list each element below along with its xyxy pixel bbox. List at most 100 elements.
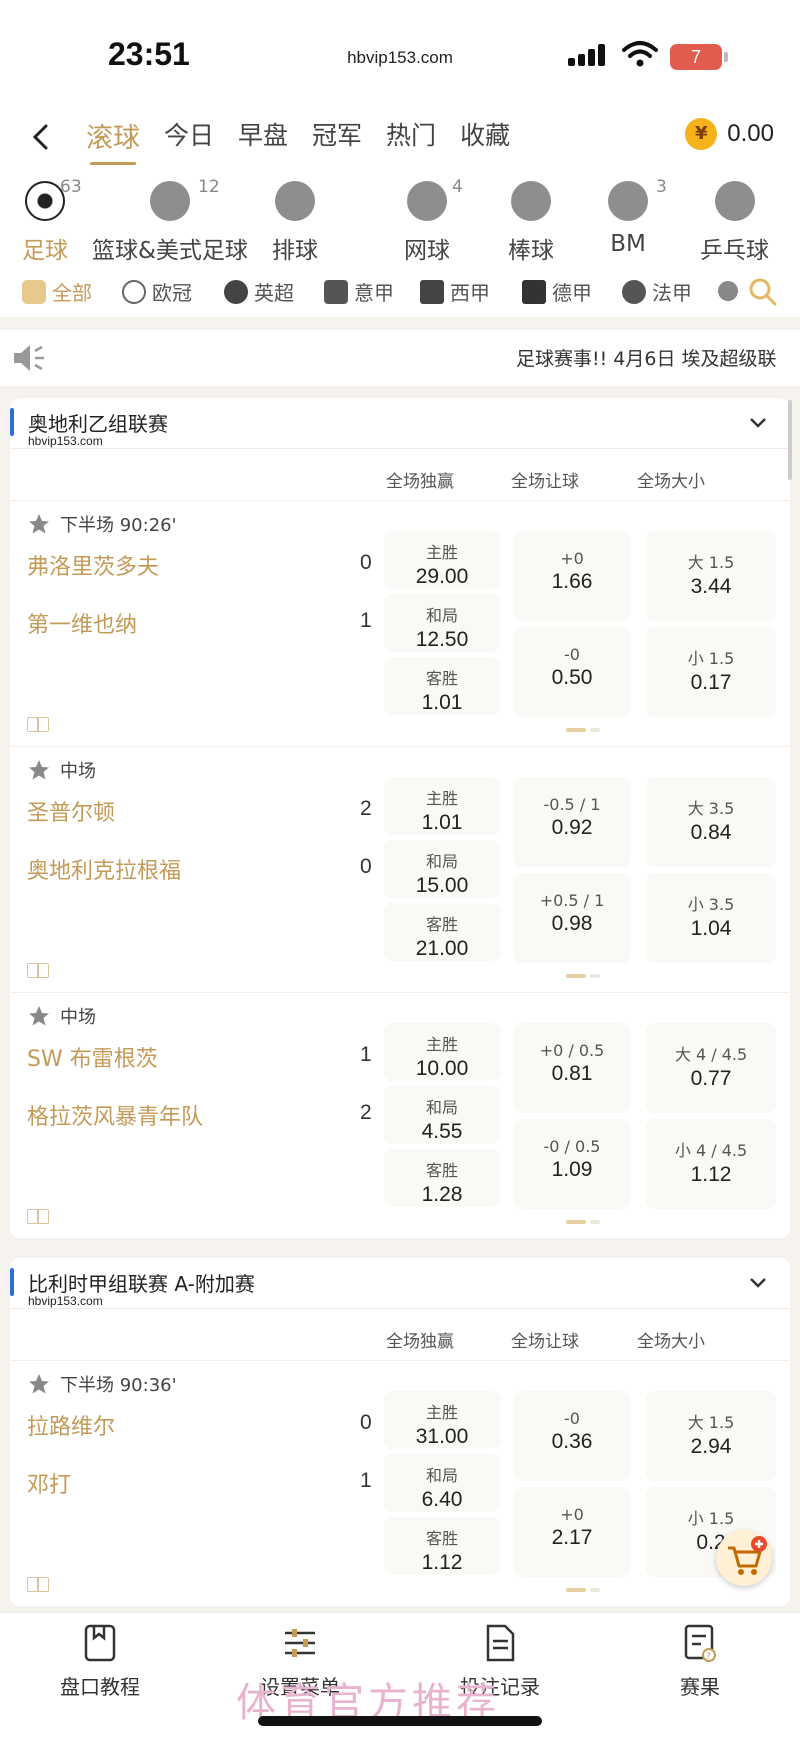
results-button[interactable]: ? 赛果 (620, 1623, 780, 1700)
star-icon[interactable] (28, 513, 50, 535)
sport-label: BM (610, 231, 646, 257)
back-icon[interactable] (26, 122, 56, 152)
league-header[interactable]: 比利时甲组联赛 A-附加赛 hbvip153.com (10, 1258, 790, 1308)
odds-cell-handicap[interactable]: -0 / 0.5 1.09 (514, 1119, 630, 1209)
odds-cell-handicap[interactable]: -0 0.50 (514, 627, 630, 717)
league-serie-a[interactable]: 意甲 (324, 277, 394, 306)
odds-label: 和局 (425, 852, 458, 871)
odds-label: +0.5 / 1 (539, 891, 605, 910)
odds-cell-handicap[interactable]: -0.5 / 1 0.92 (514, 777, 630, 867)
away-team[interactable]: 第一维也纳 (27, 607, 137, 639)
odds-cell-moneyline[interactable]: 和局 6.40 (384, 1454, 500, 1512)
league-bundesliga[interactable]: 德甲 (522, 277, 592, 306)
home-team[interactable]: SW 布雷根茨 (27, 1041, 158, 1073)
odds-value: 6.40 (421, 1488, 463, 1511)
odds-cell-moneyline[interactable]: 主胜 10.00 (384, 1023, 500, 1081)
league-header[interactable]: 奥地利乙组联赛 hbvip153.com (10, 398, 790, 448)
tutorial-button[interactable]: 盘口教程 (20, 1623, 180, 1700)
chevron-down-icon[interactable] (748, 412, 768, 432)
odds-label: 大 3.5 (687, 799, 735, 818)
league-card: 奥地利乙组联赛 hbvip153.com 全场独赢 全场让球 全场大小 下半场 90… (10, 398, 790, 1238)
league-all[interactable]: 全部 (22, 277, 92, 306)
odds-cell-moneyline[interactable]: 主胜 29.00 (384, 531, 500, 589)
league-ucl[interactable]: 欧冠 (122, 277, 192, 306)
scroll-indicator[interactable] (788, 400, 792, 480)
field-icon[interactable] (27, 717, 49, 732)
league-ligue1[interactable]: 法甲 (622, 277, 692, 306)
home-team[interactable]: 弗洛里茨多夫 (27, 549, 159, 581)
home-indicator[interactable] (258, 1716, 542, 1726)
sport-label: 篮球&美式足球 (92, 238, 248, 264)
column-title: 全场独赢 (386, 472, 454, 492)
odds-cell-over-under[interactable]: 大 4 / 4.5 0.77 (646, 1023, 776, 1113)
odds-label: 主胜 (425, 1403, 458, 1422)
league-accent-bar (10, 408, 14, 436)
odds-cell-over-under[interactable]: 小 1.5 0.17 (646, 627, 776, 717)
odds-cell-handicap[interactable]: +0 2.17 (514, 1487, 630, 1577)
field-icon[interactable] (27, 1577, 49, 1592)
tab-favorites[interactable]: 收藏 (460, 116, 510, 165)
odds-value: 0.81 (551, 1062, 593, 1085)
sport-label: 棒球 (508, 238, 554, 264)
search-icon[interactable] (748, 277, 778, 307)
league-label: 意甲 (354, 281, 394, 305)
tab-early[interactable]: 早盘 (238, 116, 288, 165)
odds-label: +0 (560, 549, 584, 568)
sport-tennis[interactable]: 4 网球 (404, 177, 463, 265)
home-team[interactable]: 拉路维尔 (27, 1409, 115, 1441)
odds-cell-over-under[interactable]: 大 1.5 3.44 (646, 531, 776, 621)
odds-label: 客胜 (425, 669, 458, 688)
league-laliga[interactable]: 西甲 (420, 277, 490, 306)
odds-label: -0 (564, 645, 580, 664)
sport-bm[interactable]: 3 BM (608, 177, 667, 257)
tab-label: 赛果 (680, 1675, 720, 1699)
odds-cell-over-under[interactable]: 大 3.5 0.84 (646, 777, 776, 867)
odds-cell-moneyline[interactable]: 和局 12.50 (384, 594, 500, 652)
odds-cell-handicap[interactable]: +0 / 0.5 0.81 (514, 1023, 630, 1113)
tab-bar: 滚球 今日 早盘 冠军 热门 收藏 (86, 116, 534, 165)
league-epl[interactable]: 英超 (224, 277, 294, 306)
field-icon[interactable] (27, 1209, 49, 1224)
chevron-down-icon[interactable] (748, 1272, 768, 1292)
sport-volleyball[interactable]: 排球 (272, 181, 318, 265)
odds-cell-moneyline[interactable]: 和局 4.55 (384, 1086, 500, 1144)
star-icon[interactable] (28, 1373, 50, 1395)
odds-cell-over-under[interactable]: 大 1.5 2.94 (646, 1391, 776, 1481)
tab-today[interactable]: 今日 (164, 116, 214, 165)
away-team[interactable]: 奥地利克拉根福 (27, 853, 181, 885)
tab-champion[interactable]: 冠军 (312, 116, 362, 165)
more-league-icon[interactable] (718, 281, 738, 301)
sport-football[interactable]: 63 足球 (22, 177, 82, 265)
odds-cell-handicap[interactable]: -0 0.36 (514, 1391, 630, 1481)
odds-cell-moneyline[interactable]: 主胜 31.00 (384, 1391, 500, 1449)
odds-cell-moneyline[interactable]: 和局 15.00 (384, 840, 500, 898)
odds-cell-moneyline[interactable]: 客胜 1.28 (384, 1149, 500, 1207)
odds-cell-moneyline[interactable]: 主胜 1.01 (384, 777, 500, 835)
balance[interactable]: ¥ 0.00 (685, 118, 774, 150)
bet-slip-button[interactable] (716, 1530, 772, 1586)
yuan-coin-icon: ¥ (685, 118, 718, 150)
sport-baseball[interactable]: 棒球 (508, 181, 554, 265)
odds-label: 大 1.5 (687, 553, 735, 572)
odds-cell-moneyline[interactable]: 客胜 21.00 (384, 903, 500, 961)
odds-cell-moneyline[interactable]: 客胜 1.01 (384, 657, 500, 715)
home-team[interactable]: 圣普尔顿 (27, 795, 115, 827)
odds-cell-over-under[interactable]: 小 3.5 1.04 (646, 873, 776, 963)
notice-bar[interactable]: 足球赛事!! 4月6日 埃及超级联 (0, 330, 800, 386)
ping-pong-icon (714, 181, 755, 221)
odds-cell-moneyline[interactable]: 客胜 1.12 (384, 1517, 500, 1575)
star-icon[interactable] (28, 759, 50, 781)
away-team[interactable]: 邓打 (27, 1467, 71, 1499)
sport-label: 足球 (22, 238, 68, 264)
field-icon[interactable] (27, 963, 49, 978)
star-icon[interactable] (28, 1005, 50, 1027)
tab-live[interactable]: 滚球 (86, 116, 140, 165)
away-team[interactable]: 格拉茨风暴青年队 (27, 1099, 203, 1131)
odds-label: 小 4 / 4.5 (674, 1141, 748, 1160)
odds-cell-over-under[interactable]: 小 4 / 4.5 1.12 (646, 1119, 776, 1209)
odds-cell-handicap[interactable]: +0.5 / 1 0.98 (514, 873, 630, 963)
tab-hot[interactable]: 热门 (386, 116, 436, 165)
sport-basketball[interactable]: 12 篮球&美式足球 (92, 177, 248, 265)
sport-table-tennis[interactable]: 乒乓球 (700, 181, 769, 265)
odds-cell-handicap[interactable]: +0 1.66 (514, 531, 630, 621)
